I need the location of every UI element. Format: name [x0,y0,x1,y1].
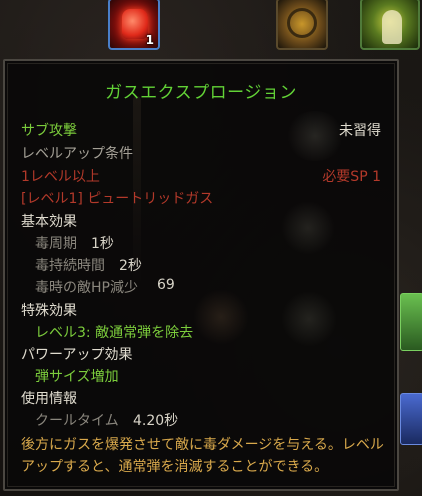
skill-title: ガスエクスプロージョン [105,83,297,103]
powerup-effect: 弾サイズ増加 [35,369,119,385]
stat-value: 1秒 [91,236,114,252]
stat-value: 69 [157,277,175,293]
figure-icon [382,10,402,44]
required-level: 1レベル以上 [21,169,100,185]
skill-type: サブ攻撃 [21,123,77,139]
basic-effects-header: 基本効果 [21,214,77,230]
side-skill-slot-blue[interactable] [400,393,422,445]
hero-skill-slot[interactable] [360,0,420,50]
learn-status: 未習得 [339,123,381,139]
special-effect: レベル3: 敵通常弾を除去 [35,325,194,341]
cooldown-label: クールタイム [35,413,119,429]
seal-skill-slot[interactable] [276,0,328,50]
side-skill-slot-green[interactable] [400,293,422,351]
required-sp: 必要SP 1 [322,169,381,185]
stat-label: 毒周期 [35,236,77,252]
stat-value: 2秒 [119,258,142,274]
powerup-header: パワーアップ効果 [21,347,133,363]
required-skill: [レベル1] ピュートリッドガス [21,191,214,207]
cooldown-value: 4.20秒 [133,413,179,429]
stat-label: 毒持続時間 [35,258,105,274]
special-effects-header: 特殊効果 [21,303,77,319]
fist-icon [122,9,148,39]
seal-icon [287,8,317,38]
stat-label: 毒時の敵HP減少 [35,280,138,296]
usage-header: 使用情報 [21,391,77,407]
skill-description: 後方にガスを爆発させて敵に毒ダメージを与える。レベルアップすると、通常弾を消滅す… [21,437,384,475]
background-skill-icon [193,289,249,345]
requirements-header: レベルアップ条件 [21,146,133,162]
gas-skill-slot[interactable]: 1 [108,0,160,50]
skill-tooltip: ガスエクスプロージョン サブ攻撃 未習得 レベルアップ条件 1レベル以上 必要S… [3,59,399,491]
background-skill-icon [285,111,345,161]
background-skill-icon [281,291,337,347]
skill-level-badge: 1 [145,33,154,47]
background-skill-icon [281,201,335,255]
